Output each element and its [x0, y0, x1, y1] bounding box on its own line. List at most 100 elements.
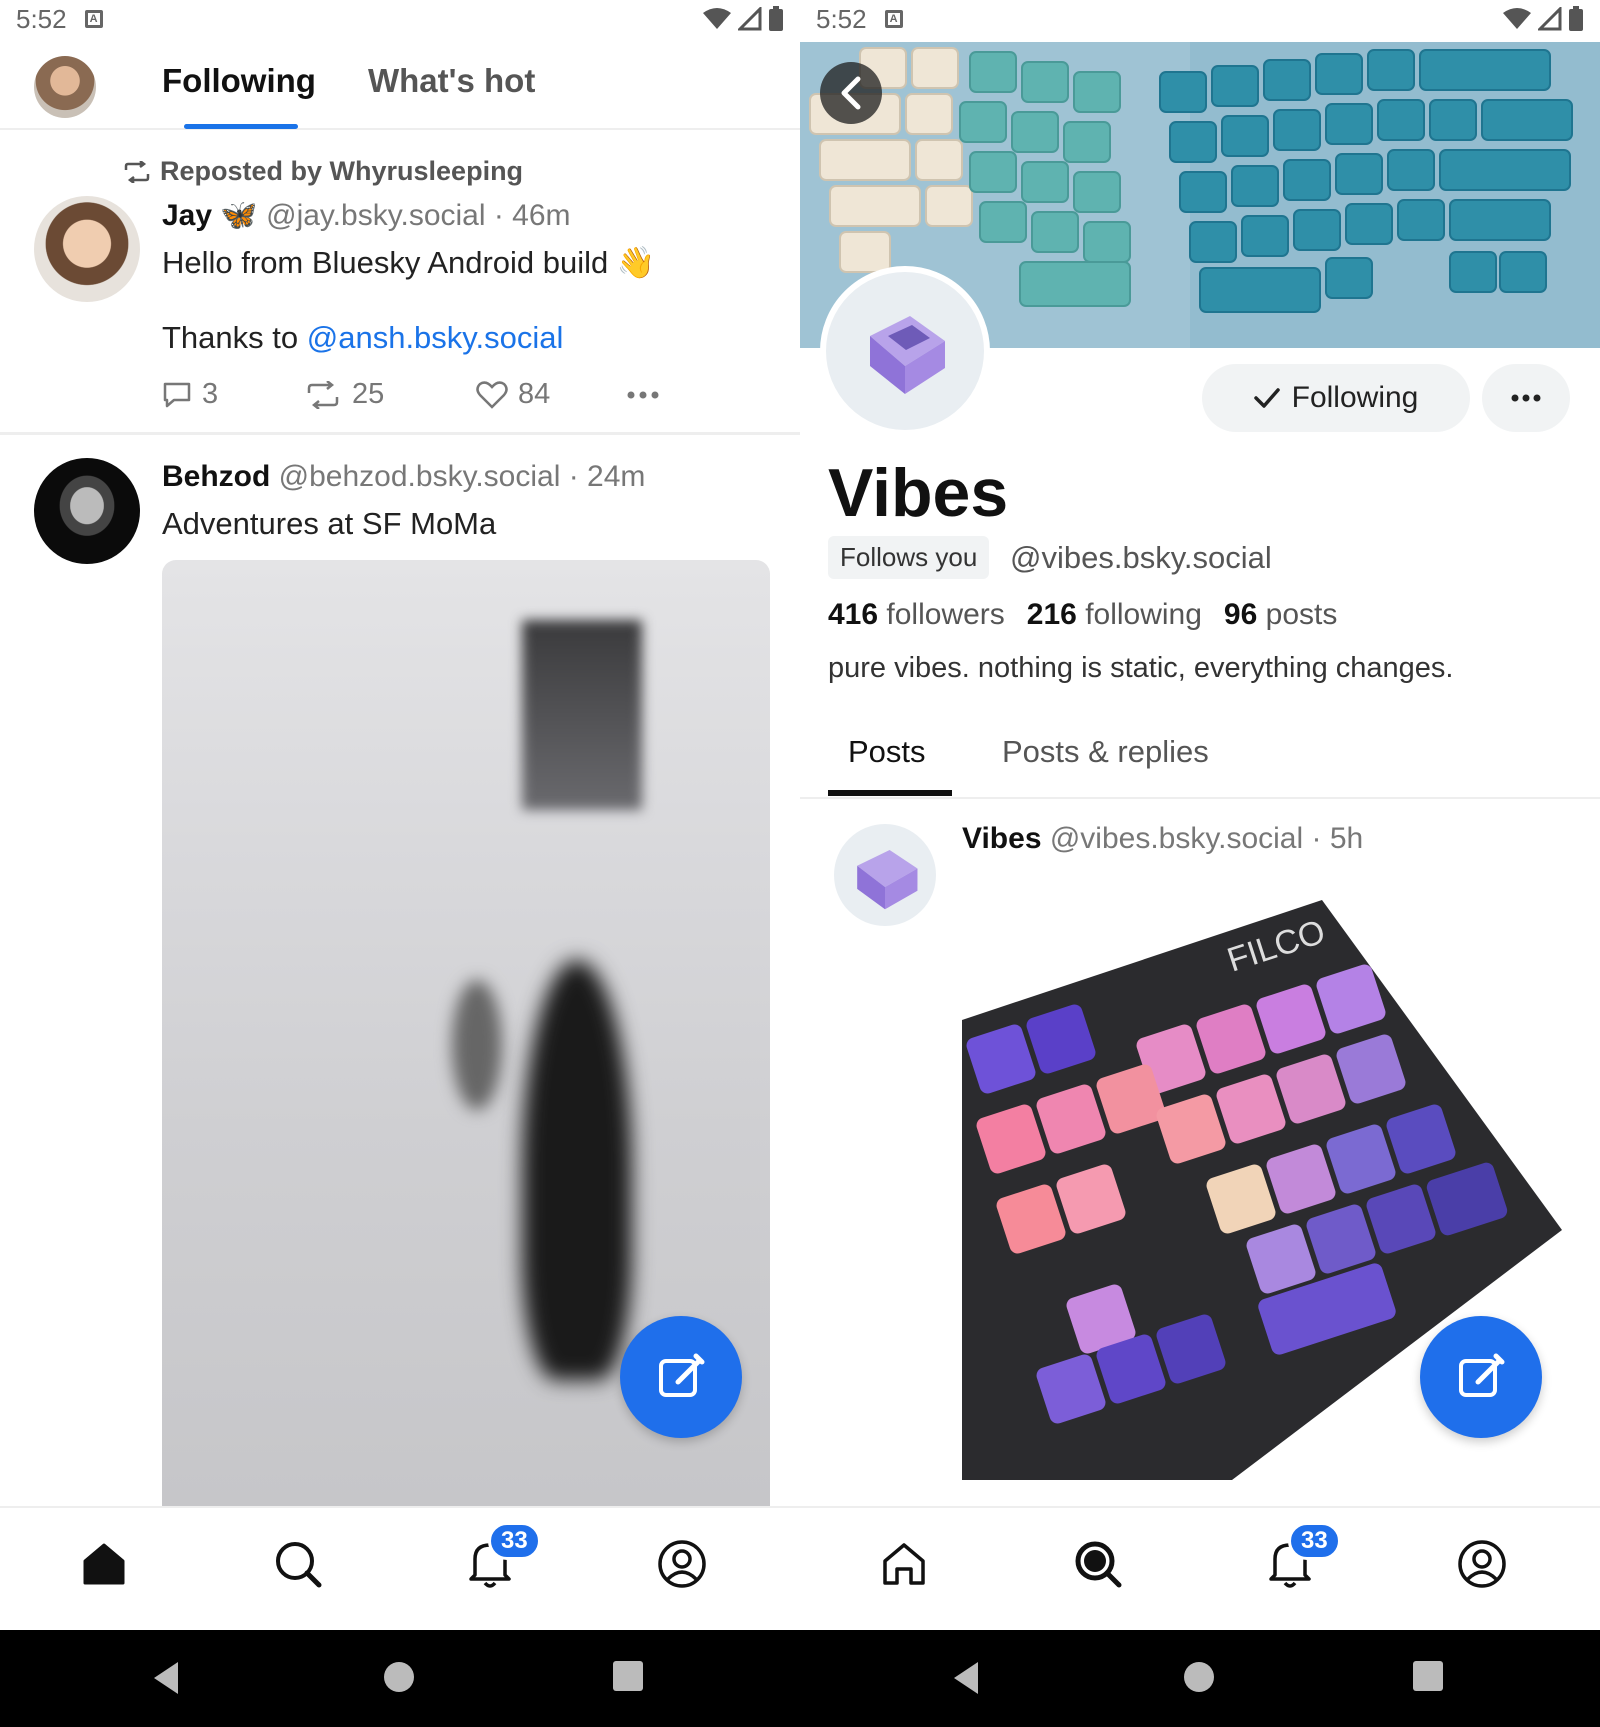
battery-icon [1569, 6, 1583, 31]
followers-count: 416 [828, 598, 879, 631]
like-button[interactable]: 84 [476, 378, 626, 411]
profile-stats: 416 followers 216 following 96 posts [828, 598, 1337, 632]
post-header: Jay 🦋 @jay.bsky.social · 46m [162, 198, 571, 233]
author-handle[interactable]: @behzod.bsky.social [279, 460, 561, 493]
more-icon [627, 391, 659, 398]
compose-button[interactable] [620, 1316, 742, 1438]
status-time: 5:52 [16, 3, 67, 34]
profile-handle: @vibes.bsky.social [1010, 540, 1272, 575]
reply-button[interactable]: 3 [162, 378, 304, 411]
system-home-icon[interactable] [1182, 1660, 1216, 1694]
search-icon [1075, 1541, 1122, 1588]
profile-bio: pure vibes. nothing is static, everythin… [828, 652, 1454, 684]
post-author-avatar[interactable] [834, 824, 936, 926]
system-back-icon[interactable] [150, 1660, 182, 1696]
author-name[interactable]: Vibes [962, 822, 1042, 855]
back-button[interactable] [820, 62, 882, 124]
compose-button[interactable] [1420, 1316, 1542, 1438]
post-time: · 24m [568, 460, 646, 493]
bottom-navigation: 33 [0, 1506, 800, 1630]
wifi-icon [703, 8, 731, 29]
post-header: Behzod @behzod.bsky.social · 24m [162, 460, 645, 494]
system-back-icon[interactable] [950, 1660, 982, 1696]
nav-profile[interactable] [652, 1534, 712, 1594]
status-time: 5:52 [816, 3, 867, 34]
mention-link[interactable]: @ansh.bsky.social [307, 320, 564, 355]
nav-search[interactable] [268, 1534, 328, 1594]
keycap-avatar-image [870, 316, 945, 394]
battery-icon [769, 6, 783, 31]
home-icon [883, 1543, 925, 1585]
nav-notifications[interactable]: 33 [460, 1522, 541, 1594]
author-emoji: 🦋 [220, 199, 258, 232]
following-count: 216 [1026, 598, 1077, 631]
following-stat[interactable]: 216 following [1027, 598, 1202, 632]
nav-notifications[interactable]: 33 [1260, 1522, 1341, 1594]
repost-icon [307, 380, 339, 409]
user-avatar[interactable] [34, 56, 96, 118]
system-recents-icon[interactable] [612, 1660, 644, 1692]
wifi-icon [1503, 8, 1531, 29]
nav-search[interactable] [1068, 1534, 1128, 1594]
tab-whats-hot[interactable]: What's hot [368, 62, 535, 100]
following-button-label: Following [1291, 381, 1419, 414]
more-options-button[interactable] [626, 390, 660, 400]
post-author-avatar[interactable] [34, 196, 140, 302]
checkmark-icon [1253, 388, 1280, 408]
nav-home[interactable] [74, 1534, 134, 1594]
post-divider [0, 432, 800, 435]
status-icons [1502, 6, 1584, 32]
post-time: · 5h [1311, 822, 1364, 855]
system-navigation-bar [0, 1630, 1600, 1727]
wave-emoji: 👋 [616, 245, 656, 280]
notification-status-icon: A [884, 10, 903, 28]
author-handle[interactable]: @jay.bsky.social [266, 199, 485, 232]
reply-icon [163, 382, 191, 407]
post-time: · 46m [493, 199, 571, 232]
profile-icon [658, 1540, 706, 1588]
posts-count: 96 [1223, 598, 1258, 631]
profile-display-name: Vibes [828, 455, 1009, 531]
tab-posts-and-replies[interactable]: Posts & replies [1002, 734, 1209, 770]
reply-count: 3 [202, 378, 219, 410]
following-button[interactable]: Following [1202, 364, 1470, 432]
search-icon [276, 1542, 322, 1588]
post-header: Vibes @vibes.bsky.social · 5h [962, 822, 1363, 856]
post-text-line2: Thanks to @ansh.bsky.social [162, 320, 563, 356]
post-text-line1: Hello from Bluesky Android build [162, 245, 609, 280]
like-icon [476, 380, 508, 409]
repost-button[interactable]: 25 [304, 378, 476, 411]
active-tab-indicator [184, 124, 298, 129]
author-name[interactable]: Jay [162, 199, 212, 232]
tab-following[interactable]: Following [162, 62, 316, 100]
posts-stat: 96 posts [1224, 598, 1337, 632]
notification-badge: 33 [1288, 1522, 1341, 1560]
following-label: following [1085, 598, 1202, 631]
followers-stat[interactable]: 416 followers [828, 598, 1005, 632]
signal-icon [1538, 7, 1562, 31]
follows-you-badge: Follows you [828, 536, 990, 579]
system-recents-icon[interactable] [1412, 1660, 1444, 1692]
post-text-prefix: Thanks to [162, 320, 307, 355]
post-author-avatar[interactable] [34, 458, 140, 564]
repost-icon [124, 160, 150, 183]
post-text: Adventures at SF MoMa [162, 506, 497, 541]
status-bar: 5:52 A [0, 0, 800, 38]
profile-more-button[interactable] [1482, 364, 1570, 432]
notification-status-icon: A [84, 10, 103, 28]
bottom-navigation: 33 [800, 1506, 1600, 1630]
post-actions: 3 25 84 [162, 378, 660, 411]
nav-home[interactable] [874, 1534, 934, 1594]
profile-avatar[interactable] [820, 266, 990, 436]
repost-label[interactable]: Reposted by Whyrusleeping [122, 156, 523, 187]
followers-label: followers [886, 598, 1005, 631]
tab-posts[interactable]: Posts [848, 734, 926, 770]
system-home-icon[interactable] [382, 1660, 416, 1694]
author-handle[interactable]: @vibes.bsky.social [1050, 822, 1303, 855]
author-name[interactable]: Behzod [162, 460, 270, 493]
repost-count: 25 [352, 378, 385, 410]
nav-profile[interactable] [1452, 1534, 1512, 1594]
back-icon [841, 76, 861, 110]
profile-screen: 5:52 A Following Vibes Follows you @vibe… [800, 0, 1600, 1630]
status-icons [702, 6, 784, 32]
